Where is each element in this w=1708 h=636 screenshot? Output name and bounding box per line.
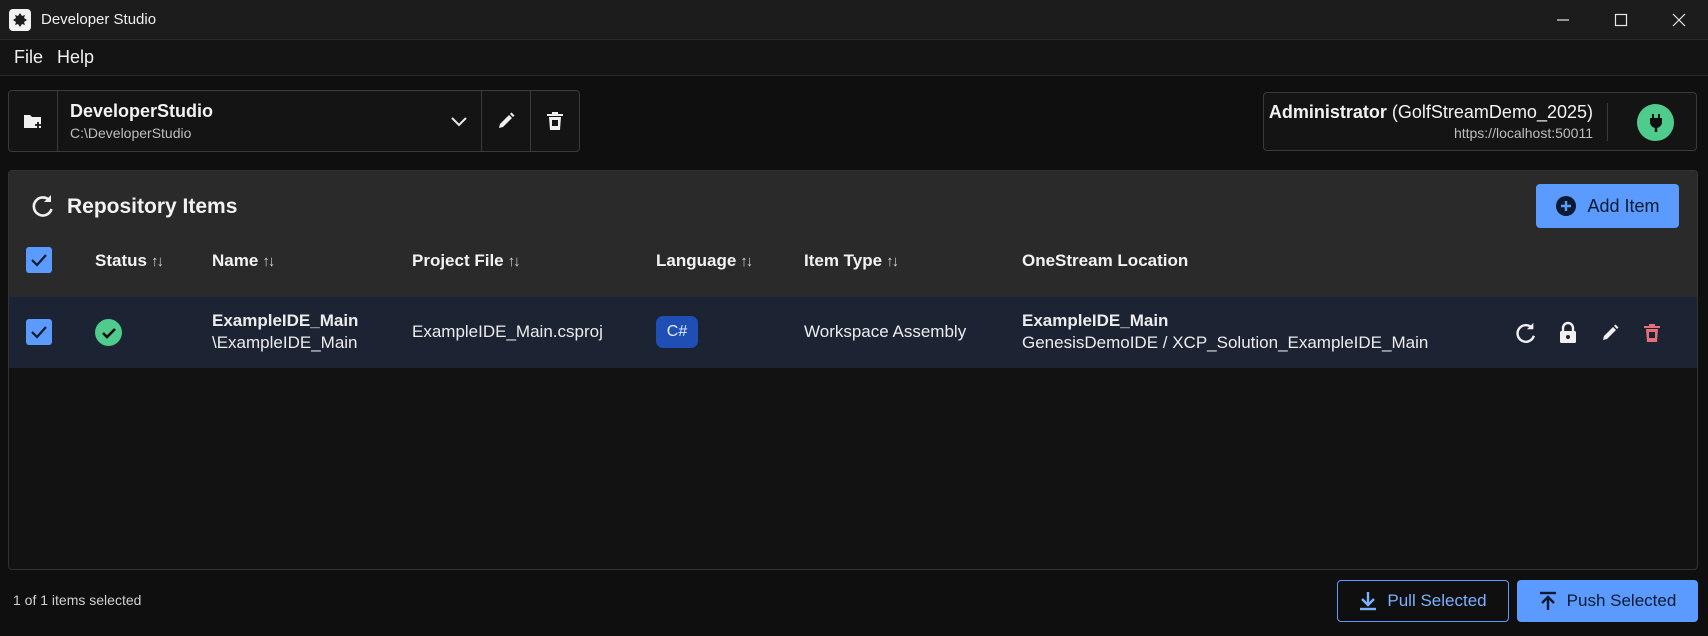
minimize-icon: [1557, 19, 1569, 21]
title-bar: Developer Studio: [0, 0, 1708, 40]
edit-project-button[interactable]: [482, 91, 531, 151]
user-name: Administrator: [1268, 102, 1387, 122]
connection-panel: Administrator (GolfStreamDemo_2025) http…: [1263, 92, 1697, 151]
window-title: Developer Studio: [41, 11, 157, 28]
refresh-icon: [32, 195, 53, 217]
column-location: OneStream Location: [1022, 251, 1188, 271]
application-name: (GolfStreamDemo_2025): [1391, 102, 1593, 122]
close-button[interactable]: [1650, 0, 1708, 40]
pull-selected-button[interactable]: Pull Selected: [1337, 580, 1509, 622]
column-language-label: Language: [656, 251, 737, 270]
lock-icon: [1560, 321, 1576, 343]
column-project-file-label: Project File: [412, 251, 504, 270]
check-icon: [31, 254, 47, 267]
column-status[interactable]: Status ↑↓: [95, 251, 164, 271]
pull-selected-label: Pull Selected: [1387, 591, 1487, 610]
sort-icon: ↑↓: [150, 252, 164, 270]
menu-bar: File Help: [0, 40, 1708, 76]
panel-header: Repository Items Add Item Status ↑↓ Name…: [9, 171, 1697, 297]
status-ok-icon: [95, 319, 122, 346]
row-edit-button[interactable]: [1596, 319, 1624, 347]
download-icon: [1360, 592, 1377, 611]
row-checkbox[interactable]: [26, 319, 52, 345]
plug-icon: [1649, 113, 1662, 132]
item-type: Workspace Assembly: [804, 322, 967, 341]
project-selector: DeveloperStudio C:\DeveloperStudio: [8, 90, 580, 152]
check-icon: [31, 326, 47, 339]
minimize-button[interactable]: [1534, 0, 1592, 40]
refresh-icon: [1516, 322, 1535, 343]
trash-icon: [1644, 324, 1660, 342]
select-all-checkbox[interactable]: [26, 247, 52, 273]
sort-icon: ↑↓: [740, 252, 753, 270]
column-project-file[interactable]: Project File ↑↓: [412, 251, 521, 271]
language-badge: C#: [656, 316, 698, 348]
item-location-path: GenesisDemoIDE / XCP_Solution_ExampleIDE…: [1022, 333, 1429, 352]
row-delete-button[interactable]: [1638, 319, 1666, 347]
item-location-title: ExampleIDE_Main: [1022, 311, 1169, 330]
upload-icon: [1539, 591, 1556, 610]
menu-help[interactable]: Help: [50, 47, 101, 68]
row-refresh-button[interactable]: [1512, 319, 1540, 347]
row-lock-button[interactable]: [1554, 319, 1582, 347]
add-item-label: Add Item: [1587, 195, 1660, 216]
table-row[interactable]: ExampleIDE_Main \ExampleIDE_Main Example…: [9, 297, 1697, 368]
sort-icon: ↑↓: [886, 252, 899, 270]
close-icon: [1672, 13, 1686, 27]
delete-project-button[interactable]: [531, 91, 579, 151]
server-url: https://localhost:50011: [1453, 125, 1593, 141]
maximize-icon: [1614, 13, 1628, 27]
trash-icon: [547, 112, 563, 130]
project-dropdown[interactable]: DeveloperStudio C:\DeveloperStudio: [58, 91, 482, 151]
folder-add-icon: [24, 115, 41, 128]
project-name: DeveloperStudio: [70, 101, 214, 121]
app-logo-icon: [9, 8, 31, 31]
push-selected-button[interactable]: Push Selected: [1517, 580, 1698, 622]
pencil-icon: [499, 112, 515, 128]
open-folder-button[interactable]: [9, 91, 58, 151]
column-status-label: Status: [95, 251, 147, 270]
item-name: ExampleIDE_Main: [212, 311, 358, 331]
pencil-icon: [1603, 324, 1619, 340]
sort-icon: ↑↓: [262, 252, 275, 270]
chevron-down-icon: [451, 117, 467, 127]
project-path: C:\DeveloperStudio: [70, 125, 192, 141]
add-circle-icon: [1556, 196, 1577, 216]
push-selected-label: Push Selected: [1566, 591, 1677, 610]
add-item-button[interactable]: Add Item: [1536, 184, 1679, 228]
column-item-type-label: Item Type: [804, 251, 883, 270]
item-name-title: ExampleIDE_Main: [212, 311, 359, 330]
item-location: ExampleIDE_Main: [1022, 311, 1168, 331]
panel-title: Repository Items: [67, 195, 238, 218]
maximize-button[interactable]: [1592, 0, 1650, 40]
sort-icon: ↑↓: [507, 252, 521, 270]
column-language[interactable]: Language ↑↓: [656, 251, 753, 271]
column-name[interactable]: Name ↑↓: [212, 251, 275, 271]
connection-status-button[interactable]: [1637, 104, 1674, 141]
column-name-label: Name: [212, 251, 259, 270]
repository-panel: Repository Items Add Item Status ↑↓ Name…: [8, 170, 1698, 570]
refresh-button[interactable]: [30, 193, 56, 224]
menu-file[interactable]: File: [7, 47, 50, 68]
item-name-path: \ExampleIDE_Main: [212, 333, 358, 352]
selection-count: 1 of 1 items selected: [13, 592, 142, 608]
column-location-label: OneStream Location: [1022, 251, 1189, 270]
column-item-type[interactable]: Item Type ↑↓: [804, 251, 899, 271]
divider: [1607, 103, 1608, 141]
item-project-file: ExampleIDE_Main.csproj: [412, 322, 603, 341]
